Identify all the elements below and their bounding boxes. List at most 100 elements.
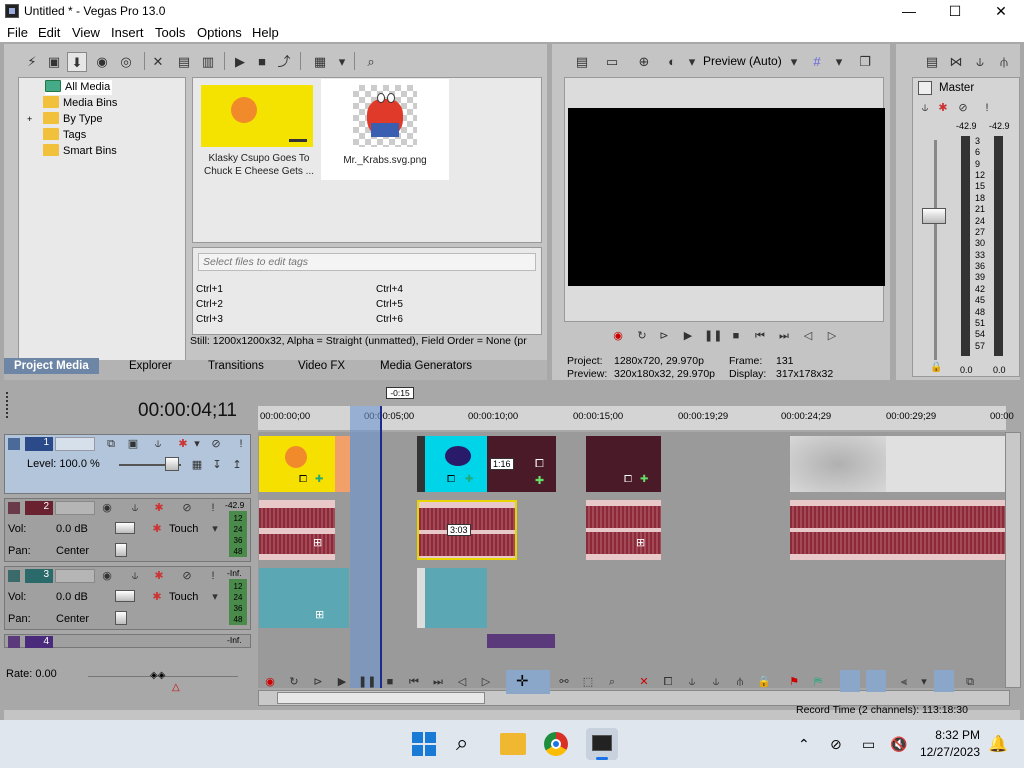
play-icon[interactable]: ▶ — [680, 328, 696, 344]
master-lock-icon[interactable]: 🔒 — [930, 362, 942, 373]
level-slider-handle[interactable] — [165, 457, 179, 471]
media-properties-icon[interactable]: ▤ — [174, 52, 194, 72]
preview-quality-dropdown-icon[interactable]: ▾ — [784, 52, 804, 72]
track-envelope-icon[interactable]: ▦ — [189, 457, 205, 473]
snapping-icon[interactable] — [866, 670, 886, 692]
preview-play-icon[interactable]: ▶ — [230, 52, 250, 72]
audio-clip-teal[interactable]: ⊞ — [259, 568, 349, 628]
maximize-button[interactable]: ☐ — [932, 0, 978, 22]
mixer-properties-icon[interactable]: ▤ — [922, 52, 942, 72]
tree-item-media-bins[interactable]: Media Bins — [43, 96, 117, 111]
minimize-button[interactable]: — — [886, 0, 932, 22]
ripple-dropdown-icon[interactable]: ▾ — [916, 674, 932, 690]
auto-ripple-icon[interactable] — [840, 670, 860, 692]
chrome-icon[interactable] — [544, 732, 568, 756]
automation-mode[interactable]: Touch — [169, 591, 198, 603]
video-clip-dark[interactable]: 1:16 ⧠ ✚ — [487, 436, 556, 492]
track-2-header[interactable]: 2 ◉ ⫝ ✱ ⊘ ! -42.9 Vol: 0.0 dB ✱ Touch ▾ … — [4, 498, 251, 562]
parent-motion-icon[interactable]: ▣ — [125, 436, 141, 452]
clock-date[interactable]: 12/27/2023 — [910, 745, 980, 759]
tree-item-smart-bins[interactable]: Smart Bins — [43, 144, 117, 159]
automation-icon[interactable]: ✱ — [149, 589, 165, 605]
menu-tools[interactable]: Tools — [155, 25, 185, 40]
track-fx-icon[interactable]: ✱ — [151, 500, 167, 516]
display-icon[interactable]: ▭ — [862, 736, 875, 753]
audio-clip-purple[interactable] — [487, 634, 555, 648]
menu-edit[interactable]: Edit — [38, 25, 60, 40]
selection-edit-icon[interactable]: ⬚ — [580, 674, 596, 690]
mute-icon[interactable]: ⊘ — [179, 568, 195, 584]
file-explorer-icon[interactable] — [500, 733, 526, 755]
preview-fx-icon[interactable]: ⊕ — [634, 52, 654, 72]
track-menu-icon[interactable] — [8, 570, 20, 582]
compositing-icon[interactable]: ⧉ — [103, 436, 119, 452]
downmix-icon[interactable]: ⋈ — [946, 52, 966, 72]
automation-mode[interactable]: Touch — [169, 523, 198, 535]
lock-envelopes-icon[interactable]: ⧉ — [962, 674, 978, 690]
track-name-field[interactable] — [55, 569, 95, 583]
trim-icon[interactable]: ⧠ — [660, 674, 676, 690]
views-dropdown-icon[interactable]: ▾ — [332, 52, 352, 72]
play-icon[interactable]: ▶ — [334, 674, 350, 690]
play-from-start-icon[interactable]: ⊳ — [656, 328, 672, 344]
show-hidden-icons[interactable]: ⌃ — [798, 736, 810, 753]
search-icon[interactable]: ⌕ — [456, 730, 468, 756]
track-motion-icon[interactable]: ⫝ — [150, 436, 166, 452]
track-fx-icon[interactable]: ✱ — [151, 568, 167, 584]
split-dropdown-icon[interactable]: ▾ — [682, 52, 702, 72]
pan-slider[interactable] — [115, 611, 127, 625]
menu-options[interactable]: Options — [197, 25, 242, 40]
close-button[interactable]: ✕ — [978, 0, 1024, 22]
vertical-scrollbar[interactable] — [1005, 432, 1021, 688]
go-to-start-icon[interactable]: ⏮ — [406, 674, 422, 690]
normal-edit-tool[interactable]: ✛ — [506, 670, 550, 694]
insert-marker-icon[interactable]: ⚑ — [786, 674, 802, 690]
go-to-end-icon[interactable]: ⏭ — [430, 674, 446, 690]
windows-start-icon[interactable] — [412, 732, 436, 756]
delete-icon[interactable]: ✕ — [636, 674, 652, 690]
trim-end-icon[interactable]: ⫝ — [708, 674, 724, 690]
tree-item-tags[interactable]: Tags — [43, 128, 86, 143]
rate-reset-icon[interactable]: △ — [172, 682, 180, 693]
external-monitor-icon[interactable]: ▭ — [602, 52, 622, 72]
trim-start-icon[interactable]: ⫝ — [684, 674, 700, 690]
track-1-header[interactable]: 1 ⧉ ▣ ⫝ ✱ ▾ ⊘ ! Level: 100.0 % ▦ ↧ ↥ — [4, 434, 251, 494]
web-media-icon[interactable]: ◉ — [92, 52, 112, 72]
arm-record-icon[interactable]: ◉ — [99, 568, 115, 584]
loop-icon[interactable]: ↻ — [634, 328, 650, 344]
media-thumb-krabs[interactable]: Mr._Krabs.svg.png — [321, 79, 449, 180]
audio-clip-selected[interactable]: 3:03 — [417, 500, 517, 560]
tab-explorer[interactable]: Explorer — [129, 358, 172, 374]
audio-clip[interactable] — [790, 500, 1005, 560]
video-clip-segment[interactable] — [335, 436, 350, 492]
go-to-end-icon[interactable]: ⏭ — [776, 328, 792, 344]
notification-bell-icon[interactable]: 🔔 — [988, 734, 1008, 754]
composite-down-icon[interactable]: ↧ — [209, 457, 225, 473]
vegas-taskbar-button[interactable] — [586, 728, 618, 760]
tags-input[interactable] — [198, 253, 536, 271]
clock-time[interactable]: 8:32 PM — [920, 728, 980, 742]
solo-icon[interactable]: ! — [233, 436, 249, 452]
scroll-thumb[interactable] — [277, 692, 485, 704]
record-icon[interactable]: ◉ — [262, 674, 278, 690]
menu-file[interactable]: File — [7, 25, 28, 40]
pause-icon[interactable]: ❚❚ — [704, 328, 722, 344]
capture-video-icon[interactable]: ▣ — [44, 52, 64, 72]
next-frame-icon[interactable]: ▷ — [478, 674, 494, 690]
tab-project-media[interactable]: Project Media — [4, 358, 99, 374]
playhead-cursor[interactable] — [380, 406, 382, 688]
master-fader-handle[interactable] — [922, 208, 946, 224]
menu-help[interactable]: Help — [252, 25, 279, 40]
split-icon[interactable]: ⫛ — [732, 674, 748, 690]
overlays-dropdown-icon[interactable]: ▾ — [829, 52, 849, 72]
automation-dropdown-icon[interactable]: ▾ — [207, 521, 223, 537]
automation-dropdown-icon[interactable]: ▾ — [207, 589, 223, 605]
video-clip-klasky[interactable]: ⧠ ✚ — [259, 436, 335, 492]
ripple-edit-icon[interactable]: ⫷ — [896, 674, 912, 690]
import-media-icon[interactable]: ⚡ — [22, 52, 42, 72]
vol-slider[interactable] — [115, 590, 135, 602]
expand-icon[interactable]: + — [27, 114, 37, 124]
loop-icon[interactable]: ↻ — [286, 674, 302, 690]
master-mute-icon[interactable]: ⊘ — [955, 100, 971, 116]
master-solo-icon[interactable]: ! — [979, 100, 995, 116]
